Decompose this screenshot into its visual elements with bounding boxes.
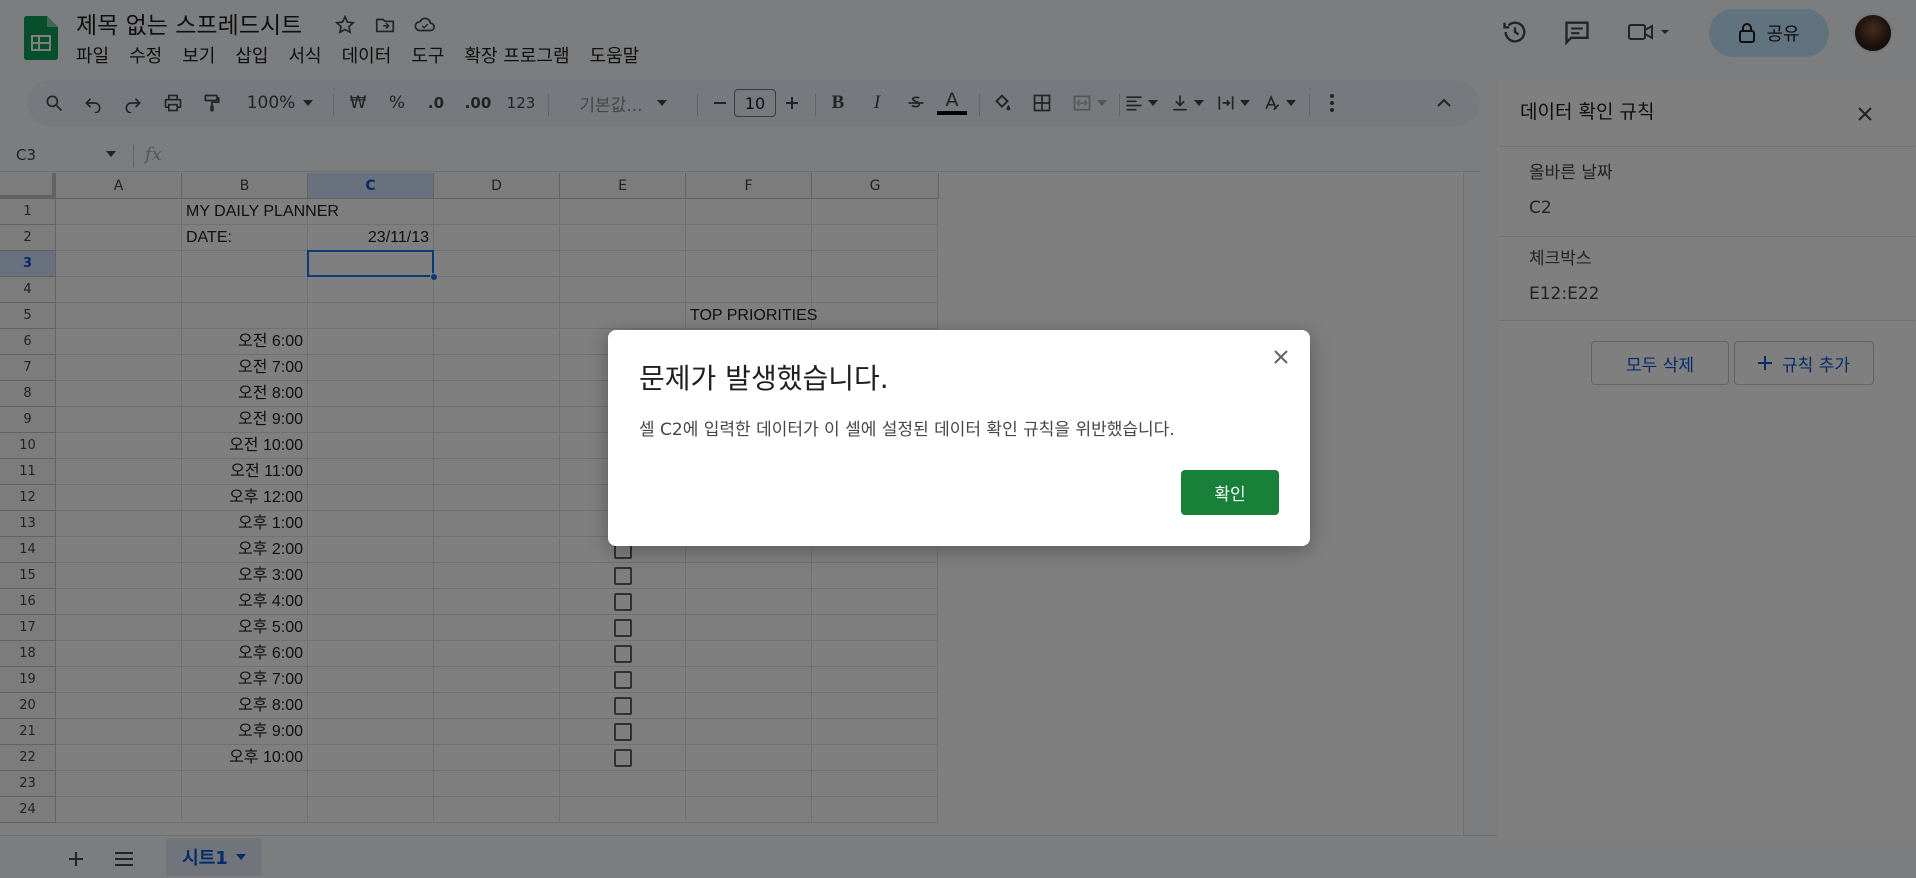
- ok-button[interactable]: 확인: [1181, 470, 1279, 515]
- dialog-title: 문제가 발생했습니다.: [639, 362, 889, 395]
- dialog-message: 셀 C2에 입력한 데이터가 이 셀에 설정된 데이터 확인 규칙을 위반했습니…: [639, 420, 1175, 440]
- error-dialog: 문제가 발생했습니다. 셀 C2에 입력한 데이터가 이 셀에 설정된 데이터 …: [608, 330, 1310, 546]
- dialog-close-icon[interactable]: [1268, 344, 1294, 370]
